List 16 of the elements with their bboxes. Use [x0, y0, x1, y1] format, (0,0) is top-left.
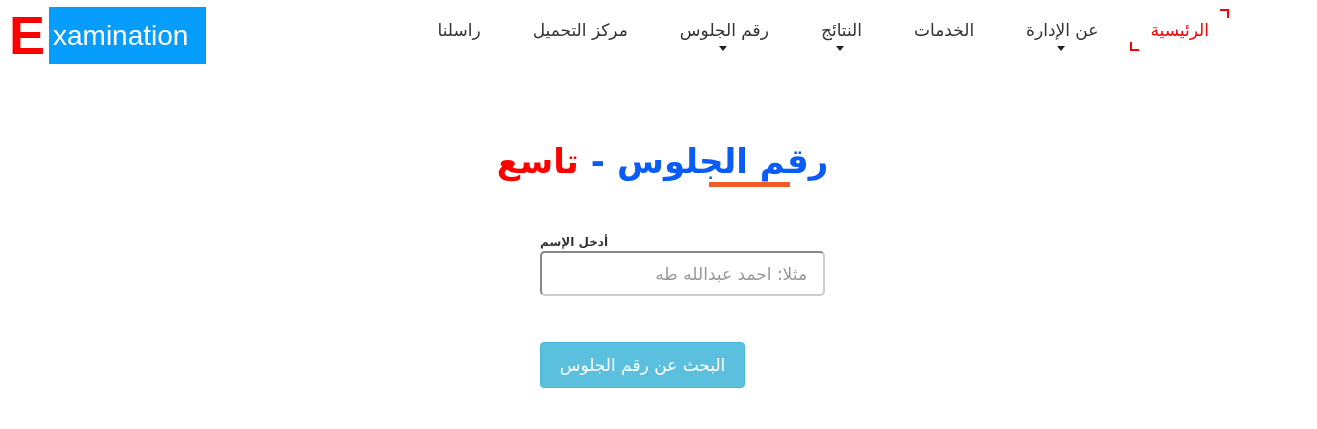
page-title: رقم الجلوس: [616, 141, 829, 181]
corner-bracket-icon: [1130, 42, 1140, 51]
title-separator: -: [590, 141, 605, 181]
logo-text: xamination: [49, 7, 206, 64]
nav-link[interactable]: عن الإدارة: [1000, 9, 1125, 51]
nav-link[interactable]: الرئيسية: [1124, 9, 1235, 51]
nav-link[interactable]: مركز التحميل: [506, 9, 654, 51]
logo-letter: E: [9, 7, 45, 64]
field-label: أدخل الإسم: [540, 235, 609, 249]
nav-link[interactable]: راسلنا: [411, 9, 507, 51]
corner-bracket-icon: [1220, 9, 1229, 18]
name-field[interactable]: مثلا: احمد عبدالله طه: [540, 251, 825, 296]
grade-label: تاسع: [496, 141, 579, 181]
nav-link[interactable]: رقم الجلوس: [653, 9, 795, 51]
nav-link[interactable]: الخدمات: [888, 9, 1001, 51]
nav-link[interactable]: النتائج: [794, 9, 888, 51]
